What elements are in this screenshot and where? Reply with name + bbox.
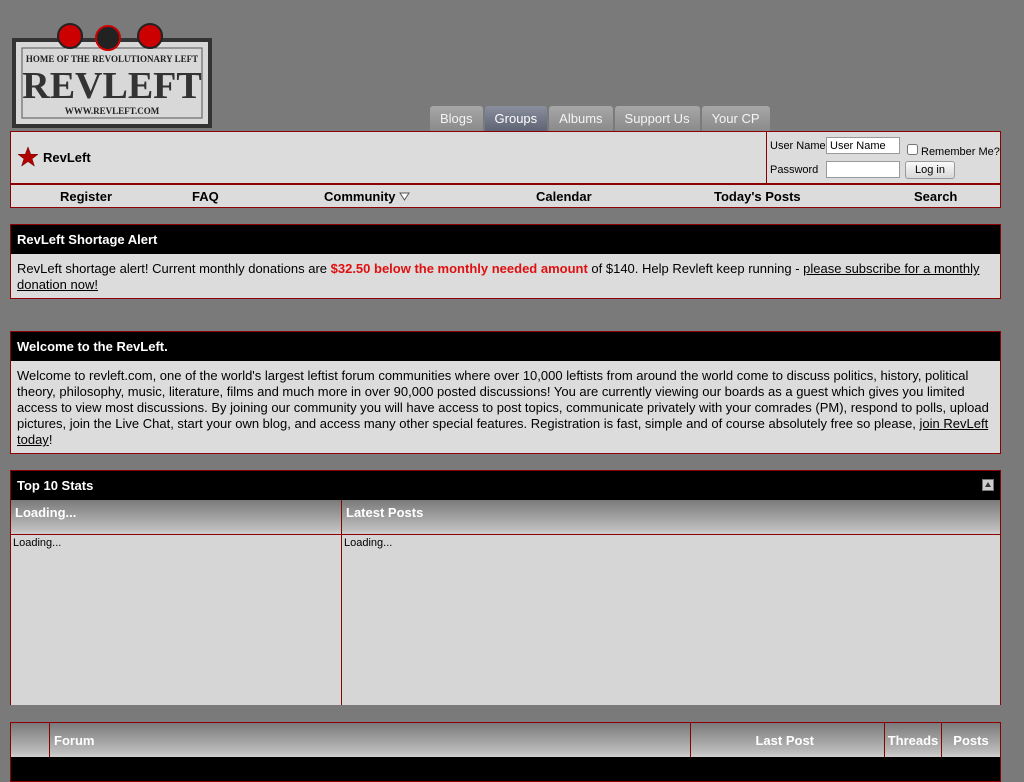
- forum-table: Forum Last Post Threads Posts: [10, 722, 1001, 782]
- tab-support-us[interactable]: Support Us: [614, 106, 700, 131]
- remember-me-label: Remember Me?: [921, 146, 1000, 158]
- nav-tabs: Blogs Groups Albums Support Us Your CP: [430, 106, 772, 131]
- header: HOME OF THE REVOLUTIONARY LEFT REVLEFT W…: [10, 0, 1001, 132]
- breadcrumb-label: RevLeft: [43, 149, 91, 165]
- stats-left-header: Loading...: [11, 500, 341, 534]
- navbar: RevLeft User Name Remember Me? Password …: [10, 131, 1001, 184]
- logo-name: REVLEFT: [22, 65, 201, 107]
- stats-header: Top 10 Stats: [11, 471, 1000, 500]
- page: HOME OF THE REVOLUTIONARY LEFT REVLEFT W…: [10, 0, 1001, 782]
- top-stats-block: Top 10 Stats Loading... Loading... Lates…: [10, 470, 1001, 705]
- revleft-logo[interactable]: HOME OF THE REVOLUTIONARY LEFT REVLEFT W…: [12, 22, 212, 130]
- remember-me-checkbox[interactable]: [907, 143, 918, 155]
- welcome-end: !: [48, 432, 53, 447]
- menu-community-label: Community: [324, 189, 396, 204]
- menu-bar: Register FAQ Community Calendar Today's …: [10, 184, 1001, 208]
- username-row: User Name: [770, 137, 900, 154]
- stats-right-column: Latest Posts Loading...: [341, 500, 1000, 705]
- column-posts: Posts: [941, 723, 1000, 757]
- stats-title: Top 10 Stats: [17, 478, 94, 493]
- menu-community[interactable]: Community: [324, 189, 410, 204]
- column-last-post: Last Post: [690, 723, 884, 757]
- username-label: User Name: [770, 139, 826, 152]
- red-star-icon: [17, 146, 39, 167]
- chevron-down-icon: [398, 192, 410, 201]
- password-row: Password: [770, 161, 900, 178]
- tab-your-cp[interactable]: Your CP: [701, 106, 770, 131]
- tab-albums[interactable]: Albums: [549, 106, 613, 131]
- alert-body: RevLeft shortage alert! Current monthly …: [11, 254, 1000, 299]
- alert-text-after: of $140. Help Revleft keep running -: [587, 261, 804, 276]
- forum-table-header: Forum Last Post Threads Posts: [11, 723, 1000, 757]
- alert-title: RevLeft Shortage Alert: [11, 225, 1000, 254]
- alert-text-before: RevLeft shortage alert! Current monthly …: [17, 261, 331, 276]
- password-label: Password: [770, 163, 819, 176]
- latest-posts-header: Latest Posts: [342, 500, 1000, 534]
- tab-blogs[interactable]: Blogs: [430, 106, 483, 131]
- shortage-alert: RevLeft Shortage Alert RevLeft shortage …: [10, 224, 1001, 299]
- menu-register[interactable]: Register: [60, 189, 112, 204]
- welcome-block: Welcome to the RevLeft. Welcome to revle…: [10, 331, 1001, 454]
- stats-grid: Loading... Loading... Latest Posts Loadi…: [11, 500, 1000, 705]
- menu-faq[interactable]: FAQ: [192, 189, 219, 204]
- breadcrumb[interactable]: RevLeft: [17, 146, 91, 168]
- welcome-text: Welcome to revleft.com, one of the world…: [17, 368, 989, 431]
- username-input[interactable]: [826, 137, 900, 154]
- password-input[interactable]: [826, 161, 900, 178]
- latest-posts-body: Loading...: [342, 534, 1000, 705]
- tab-groups[interactable]: Groups: [484, 106, 548, 131]
- logo-tagline: HOME OF THE REVOLUTIONARY LEFT: [26, 54, 198, 64]
- menu-todays-posts[interactable]: Today's Posts: [714, 189, 801, 204]
- stats-left-column: Loading... Loading...: [11, 500, 341, 705]
- collapse-icon[interactable]: [982, 479, 994, 491]
- stats-left-body: Loading...: [11, 534, 341, 705]
- column-threads: Threads: [884, 723, 941, 757]
- login-form: User Name Remember Me? Password Log in: [766, 132, 1000, 183]
- welcome-body: Welcome to revleft.com, one of the world…: [11, 361, 1000, 454]
- alert-highlight: $32.50 below the monthly needed amount: [330, 261, 588, 276]
- column-forum: Forum: [49, 723, 690, 757]
- welcome-title: Welcome to the RevLeft.: [11, 332, 1000, 361]
- menu-search[interactable]: Search: [914, 189, 957, 204]
- logo-url: WWW.REVLEFT.COM: [65, 106, 160, 116]
- menu-calendar[interactable]: Calendar: [536, 189, 592, 204]
- remember-me: Remember Me?: [907, 140, 1000, 158]
- login-button[interactable]: Log in: [905, 161, 955, 179]
